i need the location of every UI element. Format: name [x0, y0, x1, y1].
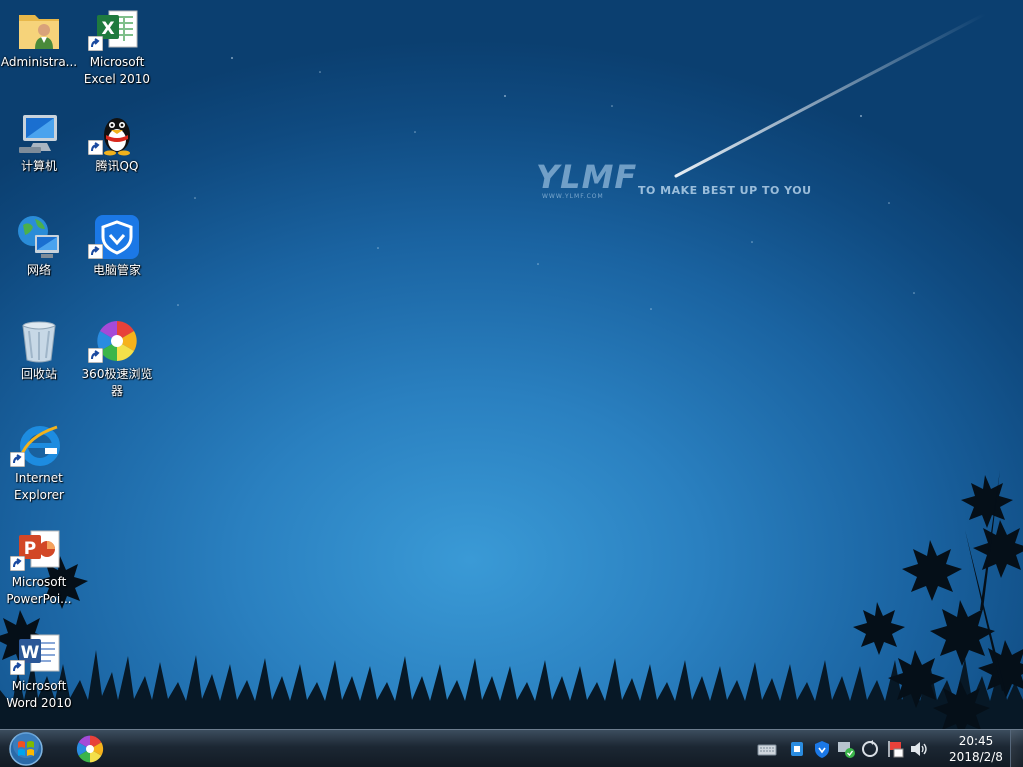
shortcut-arrow-icon — [88, 36, 103, 51]
taskbar: 20:45 2018/2/8 — [0, 729, 1023, 767]
desktop-icon-computer[interactable]: 计算机 — [0, 104, 78, 200]
shortcut-arrow-icon — [10, 556, 25, 571]
desktop-icon-powerpoint[interactable]: P Microsoft PowerPoi... — [0, 520, 78, 616]
desktop-icon-excel[interactable]: X Microsoft Excel 2010 — [78, 0, 156, 96]
network-globe-icon — [18, 216, 59, 258]
icon-label: 回收站 — [20, 367, 57, 381]
shortcut-arrow-icon — [88, 348, 103, 363]
tray-security-icon[interactable] — [786, 738, 808, 760]
icon-label: Administra... — [0, 55, 78, 69]
clock-time: 20:45 — [958, 734, 994, 748]
desktop-icon-internet-explorer[interactable]: Internet Explorer — [0, 416, 78, 512]
volume-icon[interactable] — [908, 738, 930, 760]
desktop-icon-administrator[interactable]: Administra... — [0, 0, 78, 96]
desktop-icon-qq[interactable]: 腾讯QQ — [78, 104, 156, 200]
desktop-icon-word[interactable]: W Microsoft Word 2010 — [0, 624, 78, 720]
icon-label: 360极速浏览 器 — [81, 367, 153, 398]
icon-label: Microsoft PowerPoi... — [6, 575, 72, 606]
update-icon[interactable] — [859, 738, 881, 760]
desktop-icon-pc-manager[interactable]: 电脑管家 — [78, 208, 156, 304]
icon-label: Microsoft Word 2010 — [6, 679, 72, 710]
icon-label: Internet Explorer — [14, 471, 64, 502]
desktop-icon-network[interactable]: 网络 — [0, 208, 78, 304]
shortcut-arrow-icon — [10, 660, 25, 675]
icon-label: Microsoft Excel 2010 — [83, 55, 151, 86]
360-browser-icon — [76, 735, 104, 763]
computer-icon — [19, 115, 57, 153]
recycle-bin-icon — [22, 321, 56, 363]
taskbar-pinned-360-browser[interactable] — [68, 732, 112, 766]
icon-label: 电脑管家 — [92, 263, 141, 277]
logo-mark: YLMF — [536, 158, 638, 196]
svg-text:P: P — [24, 539, 36, 559]
system-clock[interactable]: 20:45 2018/2/8 — [944, 733, 1008, 767]
desktop-icon-recycle-bin[interactable]: 回收站 — [0, 312, 78, 408]
shield-icon[interactable] — [811, 738, 833, 760]
user-folder-icon — [19, 15, 59, 49]
wallpaper-logo: YLMF WWW.YLMF.COM TO MAKE BEST UP TO YOU — [536, 154, 836, 204]
icon-label: 腾讯QQ — [95, 159, 139, 173]
logo-url: WWW.YLMF.COM — [542, 193, 604, 200]
shortcut-arrow-icon — [88, 244, 103, 259]
svg-text:X: X — [101, 19, 114, 39]
shortcut-arrow-icon — [10, 452, 25, 467]
logo-slogan: TO MAKE BEST UP TO YOU — [638, 184, 812, 197]
desktop-icon-360-browser[interactable]: 360极速浏览 器 — [78, 312, 156, 408]
clock-date: 2018/2/8 — [949, 750, 1003, 764]
shortcut-arrow-icon — [88, 140, 103, 155]
windows-orb-icon[interactable] — [6, 731, 46, 767]
icon-label: 计算机 — [20, 159, 57, 173]
network-check-icon[interactable] — [835, 738, 857, 760]
show-desktop-button[interactable] — [1010, 730, 1023, 767]
desktop[interactable]: YLMF WWW.YLMF.COM TO MAKE BEST UP TO YOU… — [0, 0, 1023, 729]
icon-label: 网络 — [26, 263, 51, 277]
flag-icon[interactable] — [884, 738, 906, 760]
keyboard-icon[interactable] — [756, 738, 778, 760]
